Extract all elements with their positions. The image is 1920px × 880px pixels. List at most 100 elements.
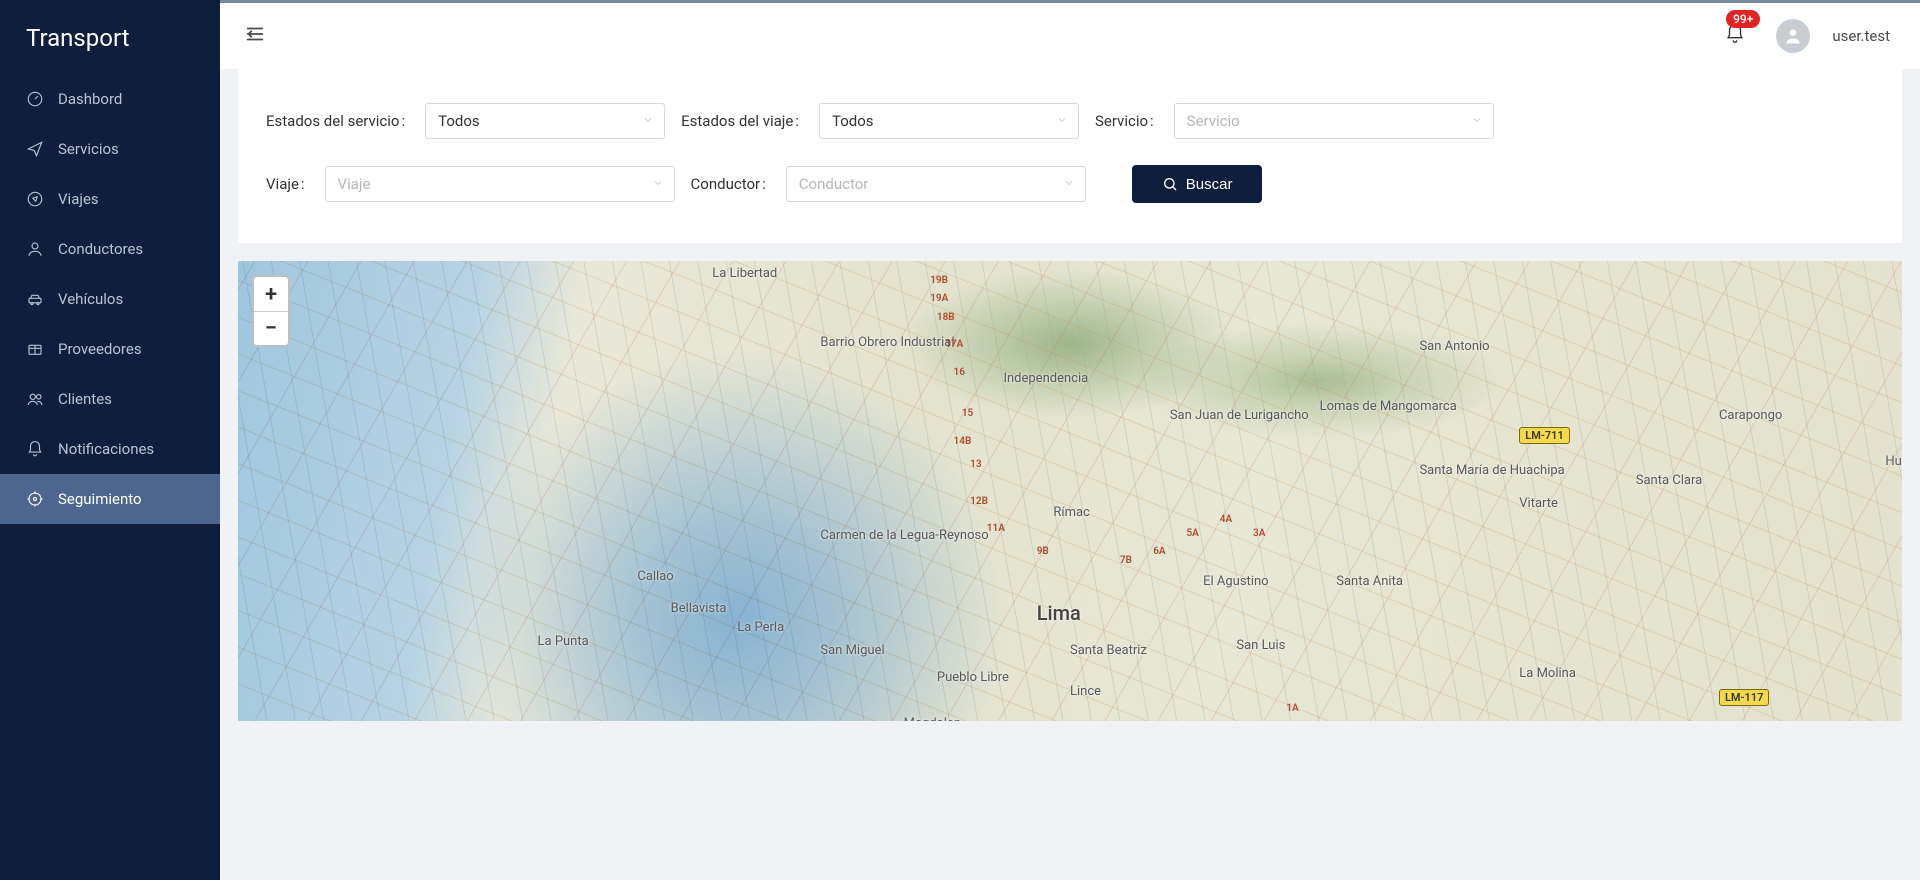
notification-badge: 99+ [1726,10,1760,28]
sidebar-item-label: Notificaciones [58,440,154,458]
map-place-label: La Molina [1519,666,1576,681]
map-place-label: Santa Clara [1636,473,1702,488]
map-place-label: La Punta [538,634,589,649]
content: Estados del servicio Todos Estados del v… [220,69,1920,880]
sidebar-item-label: Viajes [58,190,99,208]
trip-state-value: Todos [832,112,874,130]
map-road-number: 14B [954,436,972,447]
sidebar-item-label: Dashbord [58,90,122,108]
avatar[interactable] [1776,19,1810,53]
users-icon [26,390,44,408]
map-place-label: Lince [1070,684,1101,699]
map-route-shield: LM-711 [1519,427,1569,444]
map-place-label: Independencia [1003,371,1088,386]
filter-card: Estados del servicio Todos Estados del v… [238,69,1902,243]
map-road-number: 5A [1186,528,1198,539]
topbar: 99+ user.test [220,3,1920,69]
search-button[interactable]: Buscar [1132,165,1263,203]
sidebar-item-viajes[interactable]: Viajes [0,174,220,224]
map-road-number: 18B [937,312,955,323]
map-place-label: Vitarte [1519,496,1558,511]
service-state-value: Todos [438,112,480,130]
sidebar-item-label: Vehículos [58,290,123,308]
map-road-number: 17A [945,339,963,350]
map-place-label: San Luis [1236,638,1285,653]
search-button-label: Buscar [1186,176,1233,193]
nav-list: Dashbord Servicios Viajes Conductores Vehícu… [0,74,220,524]
map-place-label: Callao [637,569,673,584]
main-area: 99+ user.test Estados del servicio Todos… [220,0,1920,880]
user-avatar-icon [1783,26,1803,46]
map-place-label: Lomas de Mangomarca [1320,399,1457,414]
chevron-down-icon [652,175,664,193]
chevron-down-icon [1471,112,1483,130]
sidebar-item-conductores[interactable]: Conductores [0,224,220,274]
driver-select[interactable]: Conductor [786,166,1086,202]
trip-placeholder: Viaje [338,175,371,193]
sidebar-item-proveedores[interactable]: Proveedores [0,324,220,374]
send-icon [26,140,44,158]
map-place-label: Barrio Obrero Industrial [820,335,954,350]
service-state-select[interactable]: Todos [425,103,665,139]
map-card: + − Lima La LibertadBarrio Obrero Indust… [238,261,1902,721]
sidebar: Transport DashbordServiciosViajesConduct… [0,0,220,880]
sidebar-item-servicios[interactable]: Servicios [0,124,220,174]
driver-placeholder: Conductor [799,175,869,193]
sidebar-item-label: Servicios [58,140,119,158]
trip-state-select[interactable]: Todos [819,103,1079,139]
map-road-number: 12B [970,496,988,507]
map-place-label: La Libertad [712,266,777,281]
zoom-out-button[interactable]: − [254,311,288,345]
chevron-down-icon [1063,175,1075,193]
trip-state-label: Estados del viaje [681,112,799,130]
map-road-number: 3A [1253,528,1265,539]
menu-fold-icon [244,23,266,45]
map-place-label: Santa Beatriz [1070,643,1147,658]
map-road-number: 1A [1286,703,1298,714]
sidebar-item-dashbord[interactable]: Dashbord [0,74,220,124]
target-icon [26,490,44,508]
compass-icon [26,190,44,208]
search-icon [1162,176,1178,192]
map-road-number: 16 [954,367,965,378]
sidebar-item-clientes[interactable]: Clientes [0,374,220,424]
map-road-number: 11A [987,523,1005,534]
map-road-number: 13 [970,459,981,470]
zoom-in-button[interactable]: + [254,277,288,311]
map-place-label: Magdalen [904,716,961,721]
map-route-shield: LM-117 [1719,689,1769,706]
map-place-label: Carapongo [1719,408,1782,423]
map-surface[interactable]: + − Lima La LibertadBarrio Obrero Indust… [238,261,1902,721]
map-place-label: San Antonio [1419,339,1489,354]
map-place-label: San Miguel [820,643,884,658]
bell-icon [26,440,44,458]
map-place-label: La Perla [737,620,784,635]
map-road-number: 19A [930,293,948,304]
notifications-button[interactable]: 99+ [1724,22,1746,50]
map-place-label: San Juan de Lurigancho [1170,408,1309,423]
trip-label: Viaje [266,175,305,193]
car-icon [26,290,44,308]
user-icon [26,240,44,258]
map-road-number: 7B [1120,555,1132,566]
sidebar-item-seguimiento[interactable]: Seguimiento [0,474,220,524]
service-select[interactable]: Servicio [1174,103,1494,139]
trip-select[interactable]: Viaje [325,166,675,202]
sidebar-item-vehiculos[interactable]: Vehículos [0,274,220,324]
driver-label: Conductor [691,175,766,193]
map-place-label: Rímac [1053,505,1090,520]
chevron-down-icon [1056,112,1068,130]
sidebar-item-label: Seguimiento [58,490,142,508]
map-place-label: Santa María de Huachipa [1419,463,1564,478]
map-road-number: 19B [930,275,948,286]
map-place-label: Bellavista [671,601,727,616]
sidebar-toggle-button[interactable] [244,23,266,49]
sidebar-item-notificaciones[interactable]: Notificaciones [0,424,220,474]
map-place-label: Huaycán [1885,454,1902,469]
service-state-label: Estados del servicio [266,112,405,130]
map-place-label: El Agustino [1203,574,1268,589]
chevron-down-icon [642,112,654,130]
map-road-number: 4A [1220,514,1232,525]
username-label: user.test [1832,27,1896,45]
package-icon [26,340,44,358]
